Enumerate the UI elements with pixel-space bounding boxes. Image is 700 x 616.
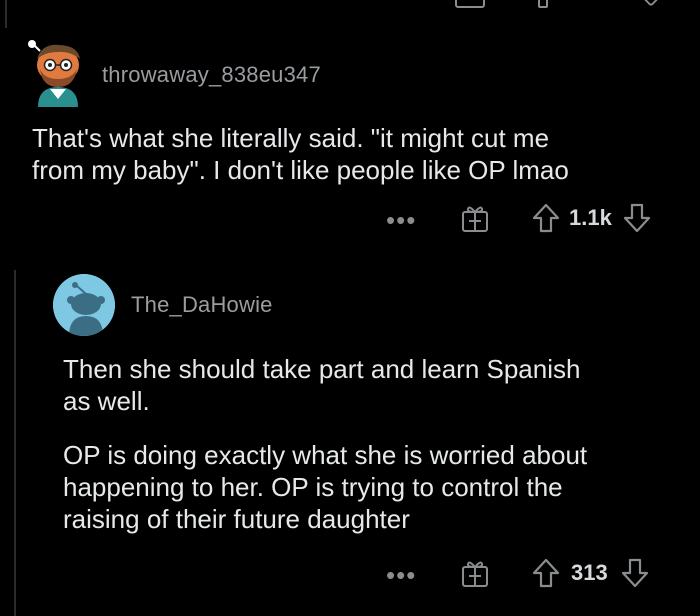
vote-controls: 1.1k bbox=[531, 202, 652, 234]
comment-line: raising of their future daughter bbox=[63, 504, 410, 534]
downvote-button[interactable] bbox=[620, 557, 650, 589]
comment-line: Then she should take part and learn Span… bbox=[63, 354, 581, 384]
arrow-up-icon bbox=[532, 558, 560, 588]
comment-body: That's what she literally said. "it migh… bbox=[32, 122, 692, 186]
comment-line: as well. bbox=[63, 386, 150, 416]
avatar[interactable] bbox=[53, 274, 115, 336]
upvote-button[interactable] bbox=[531, 202, 561, 234]
username[interactable]: throwaway_838eu347 bbox=[102, 62, 321, 88]
arrow-down-icon bbox=[621, 558, 648, 588]
downvote-button[interactable] bbox=[622, 202, 652, 234]
vote-score: 313 bbox=[571, 560, 608, 585]
award-button[interactable] bbox=[459, 558, 491, 590]
snoo-avatar-icon bbox=[28, 40, 80, 107]
upvote-button[interactable] bbox=[531, 557, 561, 589]
more-options-button[interactable]: ••• bbox=[386, 207, 416, 233]
avatar[interactable] bbox=[20, 37, 88, 107]
gift-box-icon bbox=[462, 206, 488, 232]
username[interactable]: The_DaHowie bbox=[131, 292, 273, 318]
comment-2: The_DaHowie Then she should take part an… bbox=[0, 262, 700, 616]
comment-line: happening to her. OP is trying to contro… bbox=[63, 472, 563, 502]
vote-controls: 313 bbox=[531, 557, 650, 589]
vote-score: 1.1k bbox=[569, 205, 612, 230]
comment-line: That's what she literally said. "it migh… bbox=[32, 123, 550, 153]
snoo-default-avatar-icon bbox=[53, 274, 115, 336]
arrow-up-icon bbox=[532, 203, 560, 233]
more-options-button[interactable]: ••• bbox=[386, 562, 416, 588]
arrow-down-icon bbox=[623, 203, 650, 233]
comment-paragraph: OP is doing exactly what she is worried … bbox=[63, 439, 693, 535]
comment-paragraph: Then she should take part and learn Span… bbox=[63, 353, 693, 417]
comment-line: OP is doing exactly what she is worried … bbox=[63, 440, 588, 470]
comment-1: throwaway_838eu347 That's what she liter… bbox=[0, 0, 700, 260]
award-button[interactable] bbox=[459, 203, 491, 235]
comment-line: from my baby". I don't like people like … bbox=[32, 155, 569, 185]
comment-body: Then she should take part and learn Span… bbox=[63, 353, 693, 535]
gift-box-icon bbox=[462, 561, 488, 587]
